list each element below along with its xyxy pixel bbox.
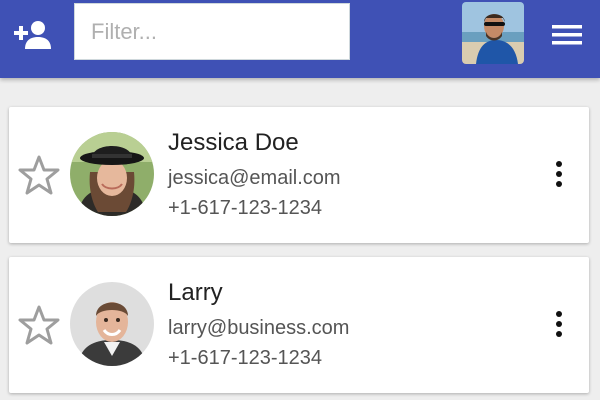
person-add-icon [14, 21, 51, 49]
contact-phone: +1-617-123-1234 [168, 197, 323, 219]
contact-avatar [70, 282, 154, 366]
more-vert-icon [556, 161, 562, 187]
user-photo [462, 2, 524, 64]
more-options-button[interactable] [545, 159, 573, 191]
favorite-toggle[interactable] [18, 154, 60, 196]
contact-phone: +1-617-123-1234 [168, 347, 323, 369]
star-outline-icon [18, 155, 60, 195]
contact-email: jessica@email.com [168, 167, 341, 189]
contact-email: larry@business.com [168, 317, 350, 339]
add-contact-button[interactable] [12, 17, 52, 51]
menu-button[interactable] [550, 20, 584, 50]
contact-card[interactable]: Larry larry@business.com +1-617-123-1234 [9, 257, 589, 393]
contact-name: Jessica Doe [168, 129, 299, 156]
contact-photo [70, 132, 154, 216]
contact-photo [70, 282, 154, 366]
more-vert-icon [556, 311, 562, 337]
contact-name: Larry [168, 279, 223, 306]
current-user-avatar[interactable] [462, 2, 524, 64]
contact-avatar [70, 132, 154, 216]
star-outline-icon [18, 305, 60, 345]
app-toolbar [0, 0, 600, 78]
contacts-app: Jessica Doe jessica@email.com +1-617-123… [0, 0, 600, 400]
more-options-button[interactable] [545, 309, 573, 341]
contact-card[interactable]: Jessica Doe jessica@email.com +1-617-123… [9, 107, 589, 243]
favorite-toggle[interactable] [18, 304, 60, 346]
filter-input[interactable] [74, 3, 350, 60]
hamburger-menu-icon [552, 25, 582, 45]
